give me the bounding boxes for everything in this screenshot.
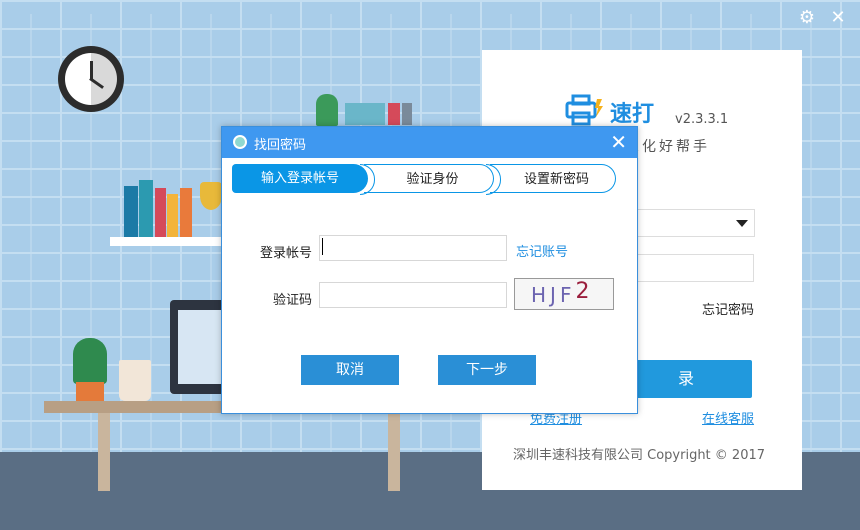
dialog-title: 找回密码 <box>254 138 307 153</box>
pot-illustration <box>76 382 104 401</box>
text-cursor <box>322 238 323 255</box>
clock-illustration <box>58 46 124 112</box>
cactus-illustration <box>73 338 107 384</box>
book-illustration <box>402 103 412 125</box>
captcha-text: HJF <box>531 283 576 307</box>
trophy-illustration <box>200 182 222 210</box>
copyright-text: 深圳丰速科技有限公司 Copyright © 2017 <box>513 448 766 463</box>
captcha-input[interactable] <box>319 282 507 308</box>
step-set-new-password: 设置新密码 <box>486 164 616 195</box>
forgot-password-link[interactable]: 忘记密码 <box>702 299 754 318</box>
brand-name: 速打 <box>610 102 655 127</box>
book-illustration <box>180 188 192 237</box>
book-illustration <box>345 103 385 125</box>
online-service-link[interactable]: 在线客服 <box>702 408 754 427</box>
desk-leg <box>388 413 400 491</box>
book-illustration <box>139 180 153 237</box>
dialog-titlebar[interactable]: 找回密码 ✕ <box>222 127 637 158</box>
cactus-illustration <box>316 94 338 126</box>
app-logo-icon <box>233 135 247 149</box>
step-enter-account: 输入登录帐号 <box>232 164 368 193</box>
account-input[interactable] <box>319 235 507 261</box>
app-version: v2.3.3.1 <box>675 112 729 127</box>
book-illustration <box>167 194 178 237</box>
recover-password-dialog: 找回密码 ✕ 输入登录帐号 验证身份 设置新密码 登录帐号 忘记账号 验证码 H… <box>221 126 638 414</box>
desk-leg <box>98 413 110 491</box>
book-illustration <box>388 103 400 125</box>
close-icon[interactable]: ✕ <box>610 130 627 154</box>
desktop-background: ⚙ ✕ 速打 v2.3.3.1 信息化好帮手 忘记密码 录 免费注册 在线客服 … <box>0 0 860 530</box>
step-verify-identity: 验证身份 <box>360 164 494 195</box>
captcha-text-tail: 2 <box>575 279 594 304</box>
account-select[interactable] <box>630 209 755 237</box>
cancel-button[interactable]: 取消 <box>301 355 399 385</box>
chevron-down-icon <box>736 220 748 227</box>
password-input[interactable] <box>630 254 754 282</box>
step-indicator: 输入登录帐号 验证身份 设置新密码 <box>232 164 617 195</box>
gear-icon[interactable]: ⚙ <box>797 8 817 28</box>
printer-logo-icon <box>565 94 603 126</box>
account-label: 登录帐号 <box>259 246 312 261</box>
login-button[interactable]: 录 <box>620 360 752 398</box>
close-icon[interactable]: ✕ <box>828 8 848 28</box>
captcha-image[interactable]: HJF2 <box>514 278 614 310</box>
book-illustration <box>155 188 166 237</box>
book-illustration <box>124 186 138 237</box>
next-button[interactable]: 下一步 <box>438 355 536 385</box>
cup-illustration <box>119 360 151 401</box>
forgot-account-link[interactable]: 忘记账号 <box>516 241 568 260</box>
captcha-label: 验证码 <box>272 293 312 308</box>
